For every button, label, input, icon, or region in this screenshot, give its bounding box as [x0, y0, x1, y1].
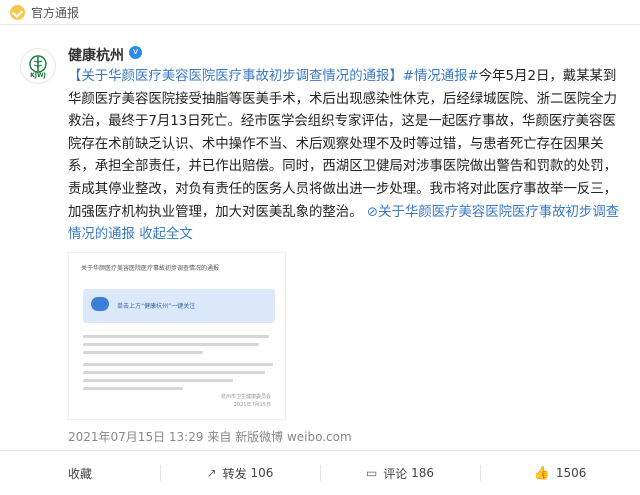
text-line — [83, 363, 273, 366]
comment-label: 评论 — [383, 466, 408, 481]
share-count: 106 — [250, 466, 274, 480]
thumbs-up-icon: 👍 — [533, 465, 550, 481]
favorite-label: 收藏 — [67, 466, 92, 481]
comment-count: 186 — [411, 466, 435, 480]
text-line — [83, 387, 183, 390]
text-line — [83, 335, 269, 338]
avatar-label: KJWJ — [30, 71, 46, 79]
collapse-text-button[interactable]: 收起全文 — [139, 227, 193, 242]
top-divider — [0, 24, 640, 25]
text-line — [83, 371, 265, 374]
verified-check-icon — [10, 4, 25, 20]
post-meta: 2021年07月15日 13:29 来自 新版微博 weibo.com — [68, 428, 352, 445]
attached-image[interactable]: 关于华颜医疗美容医院医疗事故初步调查情况的通报 单击上方“健康杭州”一键关注 杭… — [68, 252, 286, 420]
post-timestamp[interactable]: 2021年07月15日 13:29 — [68, 430, 203, 444]
comment-icon: ▭ — [365, 466, 378, 480]
post-source: 来自 新版微博 weibo.com — [207, 430, 352, 444]
account-name[interactable]: 健康杭州 — [68, 45, 124, 65]
action-bar: 收藏 ↗ 转发 106 ▭ 评论 186 👍 1506 — [0, 451, 640, 495]
post-text: 【关于华颜医疗美容医院医疗事故初步调查情况的通报】#情况通报#今年5月2日，戴某… — [68, 66, 628, 247]
post-body: 今年5月2日，戴某某到华颜医疗美容医院接受抽脂等医美手术，术后出现感染性休克，后… — [68, 69, 618, 220]
verified-v-icon: v — [129, 46, 142, 59]
share-button[interactable]: ↗ 转发 106 — [160, 451, 320, 495]
text-line — [83, 343, 259, 346]
attached-image-footer: 杭州市卫生健康委员会 2021年7月15日 — [220, 394, 271, 408]
link-icon: ⊘ — [362, 204, 379, 220]
topic-tag[interactable]: #情况通报# — [403, 69, 479, 84]
text-line — [83, 379, 233, 382]
share-icon: ↗ — [206, 466, 217, 480]
comment-button[interactable]: ▭ 评论 186 — [320, 451, 480, 495]
text-line — [83, 351, 203, 354]
favorite-button[interactable]: 收藏 — [0, 451, 160, 495]
chat-bubble-icon — [91, 297, 109, 311]
post-headline[interactable]: 【关于华颜医疗美容医院医疗事故初步调查情况的通报】 — [68, 69, 403, 84]
health-caduceus-logo — [29, 54, 47, 73]
attached-image-title: 关于华颜医疗美容医院医疗事故初步调查情况的通报 — [81, 265, 220, 272]
like-button[interactable]: 👍 1506 — [480, 451, 640, 495]
attached-image-banner-text: 单击上方“健康杭州”一键关注 — [117, 303, 196, 310]
official-badge: 官方通报 — [0, 0, 640, 24]
like-count: 1506 — [555, 466, 587, 480]
share-label: 转发 — [222, 466, 247, 481]
official-badge-label: 官方通报 — [31, 5, 80, 20]
avatar[interactable]: KJWJ — [20, 48, 56, 84]
